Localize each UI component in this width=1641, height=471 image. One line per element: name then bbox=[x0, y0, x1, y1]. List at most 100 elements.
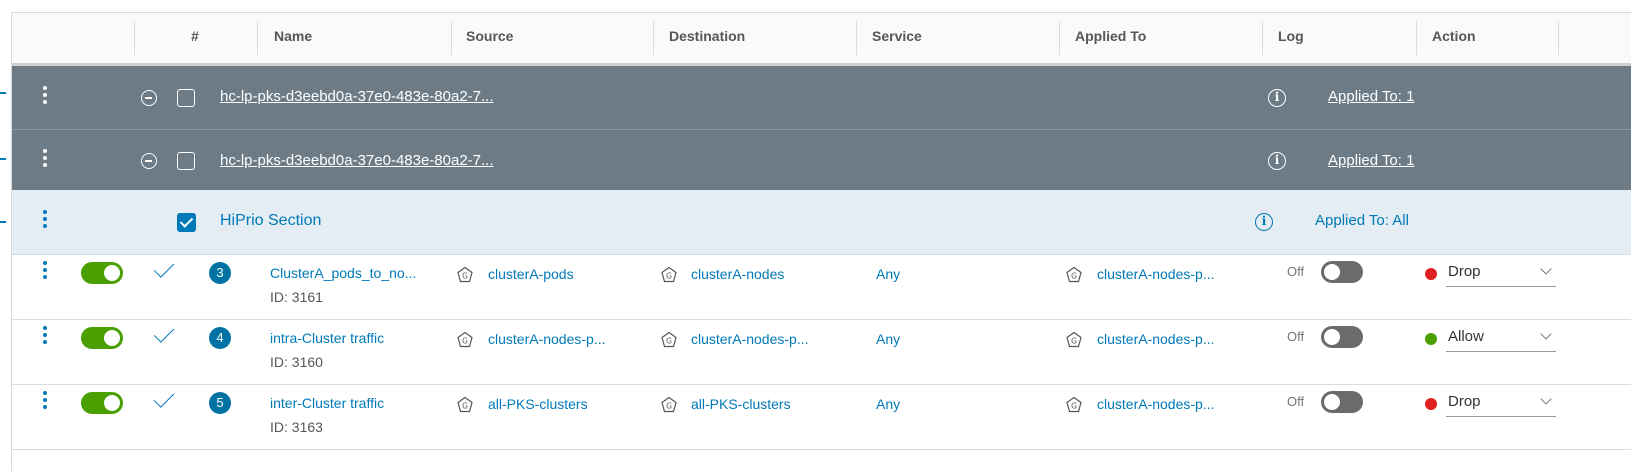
rule-enable-toggle[interactable] bbox=[81, 327, 123, 349]
rule-id: ID: 3161 bbox=[270, 289, 323, 305]
rule-id: ID: 3163 bbox=[270, 419, 323, 435]
policy-name-link[interactable]: hc-lp-pks-d3eebd0a-37e0-483e-80a2-7... bbox=[220, 152, 494, 169]
firewall-rules-table: # Name Source Destination Service Applie… bbox=[11, 12, 1631, 471]
minus-circle-icon[interactable] bbox=[141, 90, 157, 106]
group-icon: G bbox=[661, 396, 677, 413]
log-toggle[interactable] bbox=[1321, 391, 1363, 413]
section-applied-to-link[interactable]: Applied To: All bbox=[1315, 212, 1409, 229]
check-icon bbox=[153, 322, 175, 343]
info-circle-icon[interactable]: i bbox=[1268, 89, 1286, 107]
rule-enable-toggle[interactable] bbox=[81, 392, 123, 414]
vertical-ellipsis-icon[interactable] bbox=[42, 261, 48, 283]
section-row[interactable]: HiPrio Section i Applied To: All bbox=[12, 190, 1631, 255]
rule-number-badge: 3 bbox=[209, 262, 231, 284]
group-icon: G bbox=[1066, 396, 1082, 413]
group-icon: G bbox=[457, 266, 473, 283]
header-action[interactable]: Action bbox=[1418, 13, 1558, 63]
log-toggle[interactable] bbox=[1321, 261, 1363, 283]
header-applied-to[interactable]: Applied To bbox=[1061, 13, 1261, 63]
action-status-dot bbox=[1425, 268, 1437, 280]
rule-destination-link[interactable]: clusterA-nodes-p... bbox=[691, 331, 809, 347]
header-source[interactable]: Source bbox=[452, 13, 652, 63]
rule-number-badge: 5 bbox=[209, 392, 231, 414]
vertical-ellipsis-icon[interactable] bbox=[42, 149, 48, 171]
vertical-ellipsis-icon[interactable] bbox=[42, 86, 48, 108]
rule-service-link[interactable]: Any bbox=[876, 331, 900, 347]
log-state-label: Off bbox=[1287, 329, 1305, 344]
policy-name-link[interactable]: hc-lp-pks-d3eebd0a-37e0-483e-80a2-7... bbox=[220, 88, 494, 105]
rule-name-link[interactable]: intra-Cluster traffic bbox=[270, 330, 384, 346]
policy-row[interactable]: hc-lp-pks-d3eebd0a-37e0-483e-80a2-7... i… bbox=[12, 130, 1631, 194]
action-select[interactable]: Allow bbox=[1446, 326, 1556, 352]
svg-text:G: G bbox=[666, 337, 672, 346]
svg-text:G: G bbox=[666, 272, 672, 281]
rule-source-link[interactable]: clusterA-pods bbox=[488, 266, 574, 282]
group-icon: G bbox=[661, 331, 677, 348]
group-icon: G bbox=[457, 331, 473, 348]
chevron-down-icon bbox=[1540, 393, 1552, 405]
chevron-down-icon bbox=[1540, 263, 1552, 275]
rule-name-link[interactable]: ClusterA_pods_to_no... bbox=[270, 265, 416, 281]
rule-source-link[interactable]: clusterA-nodes-p... bbox=[488, 331, 606, 347]
section-checkbox[interactable] bbox=[177, 213, 196, 232]
section-title[interactable]: HiPrio Section bbox=[220, 212, 321, 230]
svg-text:G: G bbox=[462, 402, 468, 411]
svg-text:G: G bbox=[1071, 402, 1077, 411]
rule-applied-to-link[interactable]: clusterA-nodes-p... bbox=[1097, 266, 1215, 282]
policy-checkbox[interactable] bbox=[177, 152, 195, 170]
group-icon: G bbox=[1066, 331, 1082, 348]
policy-row[interactable]: hc-lp-pks-d3eebd0a-37e0-483e-80a2-7... i… bbox=[12, 66, 1631, 130]
svg-text:G: G bbox=[666, 402, 672, 411]
log-state-label: Off bbox=[1287, 394, 1305, 409]
action-status-dot bbox=[1425, 333, 1437, 345]
group-icon: G bbox=[457, 396, 473, 413]
log-state-label: Off bbox=[1287, 264, 1305, 279]
svg-text:G: G bbox=[1071, 337, 1077, 346]
svg-text:G: G bbox=[462, 337, 468, 346]
action-select[interactable]: Drop bbox=[1446, 391, 1556, 417]
table-header: # Name Source Destination Service Applie… bbox=[12, 13, 1631, 66]
policy-checkbox[interactable] bbox=[177, 89, 195, 107]
action-select[interactable]: Drop bbox=[1446, 261, 1556, 287]
left-edge-markers bbox=[0, 0, 11, 470]
rule-destination-link[interactable]: clusterA-nodes bbox=[691, 266, 784, 282]
vertical-ellipsis-icon[interactable] bbox=[42, 326, 48, 348]
rule-destination-link[interactable]: all-PKS-clusters bbox=[691, 396, 791, 412]
rule-number-badge: 4 bbox=[209, 327, 231, 349]
table-row[interactable]: 5 inter-Cluster traffic ID: 3163 G all-P… bbox=[12, 385, 1631, 450]
policy-applied-to-link[interactable]: Applied To: 1 bbox=[1328, 152, 1414, 169]
vertical-ellipsis-icon[interactable] bbox=[42, 391, 48, 413]
rule-name-link[interactable]: inter-Cluster traffic bbox=[270, 395, 384, 411]
info-circle-icon[interactable]: i bbox=[1268, 152, 1286, 170]
rule-applied-to-link[interactable]: clusterA-nodes-p... bbox=[1097, 396, 1215, 412]
rule-source-link[interactable]: all-PKS-clusters bbox=[488, 396, 588, 412]
rule-service-link[interactable]: Any bbox=[876, 396, 900, 412]
action-status-dot bbox=[1425, 398, 1437, 410]
header-destination[interactable]: Destination bbox=[655, 13, 855, 63]
check-icon bbox=[153, 257, 175, 278]
vertical-ellipsis-icon[interactable] bbox=[42, 210, 48, 232]
header-log[interactable]: Log bbox=[1264, 13, 1414, 63]
chevron-down-icon bbox=[1540, 328, 1552, 340]
header-service[interactable]: Service bbox=[858, 13, 1058, 63]
rule-service-link[interactable]: Any bbox=[876, 266, 900, 282]
action-value: Drop bbox=[1448, 393, 1481, 410]
header-number[interactable]: # bbox=[177, 13, 237, 63]
table-row[interactable]: 4 intra-Cluster traffic ID: 3160 G clust… bbox=[12, 320, 1631, 385]
rule-id: ID: 3160 bbox=[270, 354, 323, 370]
svg-text:G: G bbox=[1071, 272, 1077, 281]
svg-text:G: G bbox=[462, 272, 468, 281]
rule-applied-to-link[interactable]: clusterA-nodes-p... bbox=[1097, 331, 1215, 347]
table-row[interactable]: 3 ClusterA_pods_to_no... ID: 3161 G clus… bbox=[12, 255, 1631, 320]
action-value: Allow bbox=[1448, 328, 1484, 345]
check-icon bbox=[153, 387, 175, 408]
group-icon: G bbox=[661, 266, 677, 283]
action-value: Drop bbox=[1448, 263, 1481, 280]
log-toggle[interactable] bbox=[1321, 326, 1363, 348]
rule-enable-toggle[interactable] bbox=[81, 262, 123, 284]
info-circle-icon[interactable]: i bbox=[1255, 213, 1273, 231]
group-icon: G bbox=[1066, 266, 1082, 283]
header-name[interactable]: Name bbox=[260, 13, 450, 63]
minus-circle-icon[interactable] bbox=[141, 153, 157, 169]
policy-applied-to-link[interactable]: Applied To: 1 bbox=[1328, 88, 1414, 105]
